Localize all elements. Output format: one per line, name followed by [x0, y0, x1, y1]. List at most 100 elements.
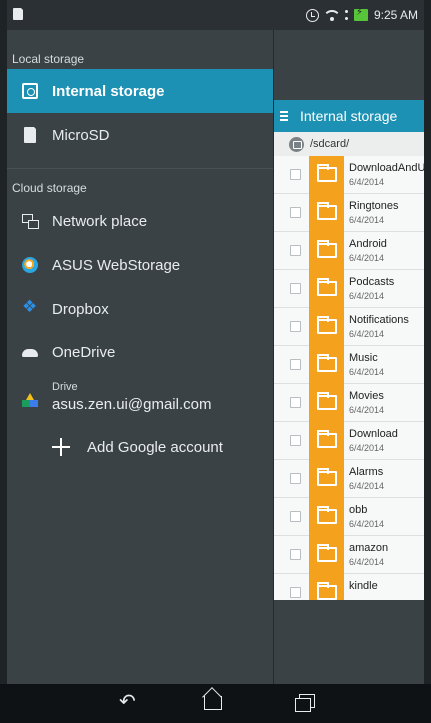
file-name: Music [349, 352, 378, 364]
file-name: Android [349, 238, 387, 250]
folder-icon [317, 392, 337, 410]
alarm-icon [305, 8, 319, 22]
navigation-drawer: Local storage Internal storage MicroSD C… [7, 30, 273, 684]
file-date: 6/4/2014 [349, 443, 385, 453]
drawer-item-label: MicroSD [52, 126, 110, 144]
folder-thumbnail [309, 536, 344, 574]
internal-storage-icon [22, 83, 38, 99]
drawer-item-network-place[interactable]: Network place [7, 199, 273, 243]
select-checkbox[interactable] [290, 511, 301, 522]
file-row[interactable]: Alarms 6/4/2014 [274, 460, 424, 498]
select-checkbox[interactable] [290, 435, 301, 446]
cloud-storage-header: Cloud storage [12, 181, 87, 195]
select-checkbox[interactable] [290, 587, 301, 598]
back-icon[interactable] [117, 689, 141, 714]
status-indicators: 9:25 AM [305, 7, 418, 23]
home-icon[interactable] [201, 692, 225, 714]
folder-icon [317, 582, 337, 600]
file-row[interactable]: kindle [274, 574, 424, 600]
drawer-item-onedrive[interactable]: OneDrive [7, 330, 273, 374]
folder-icon [317, 468, 337, 486]
folder-thumbnail [309, 384, 344, 422]
folder-thumbnail [309, 422, 344, 460]
drawer-item-label: ASUS WebStorage [52, 256, 181, 274]
file-name: amazon [349, 542, 389, 554]
drawer-item-asus-webstorage[interactable]: ASUS WebStorage [7, 243, 273, 287]
file-row[interactable]: Movies 6/4/2014 [274, 384, 424, 422]
select-checkbox[interactable] [290, 245, 301, 256]
recent-apps-icon[interactable] [293, 692, 317, 714]
drive-label: Drive [52, 381, 78, 393]
folder-thumbnail [309, 574, 344, 600]
file-date: 6/4/2014 [349, 557, 385, 567]
drawer-item-internal-storage[interactable]: Internal storage [7, 69, 273, 113]
file-date: 6/4/2014 [349, 367, 385, 377]
folder-icon [317, 354, 337, 372]
folder-icon [317, 164, 337, 182]
select-checkbox[interactable] [290, 397, 301, 408]
select-checkbox[interactable] [290, 283, 301, 294]
select-checkbox[interactable] [290, 549, 301, 560]
file-row[interactable]: DownloadAndUp 6/4/2014 [274, 156, 424, 194]
file-date: 6/4/2014 [349, 405, 385, 415]
status-bar: 9:25 AM [7, 0, 424, 30]
storage-path-icon [289, 136, 304, 152]
file-name: Ringtones [349, 200, 399, 212]
path-text: /sdcard/ [310, 138, 350, 150]
file-row[interactable]: obb 6/4/2014 [274, 498, 424, 536]
network-icon [22, 213, 39, 229]
app-frame: 9:25 AM Local storage Internal storage M… [7, 0, 424, 684]
select-checkbox[interactable] [290, 321, 301, 332]
folder-icon [317, 240, 337, 258]
drawer-item-label: Internal storage [52, 82, 165, 100]
file-name: Alarms [349, 466, 384, 478]
navigation-bar [0, 684, 431, 723]
file-name: Movies [349, 390, 384, 402]
file-date: 6/4/2014 [349, 329, 385, 339]
dropbox-icon [22, 297, 38, 317]
drawer-item-microsd[interactable]: MicroSD [7, 113, 273, 157]
file-row[interactable]: Ringtones 6/4/2014 [274, 194, 424, 232]
select-checkbox[interactable] [290, 169, 301, 180]
file-row[interactable]: Podcasts 6/4/2014 [274, 270, 424, 308]
file-row[interactable]: Music 6/4/2014 [274, 346, 424, 384]
select-checkbox[interactable] [290, 359, 301, 370]
drawer-item-google-drive[interactable]: Drive asus.zen.ui@gmail.com [7, 375, 273, 425]
onedrive-icon [22, 344, 38, 360]
battery-charging-icon [353, 7, 368, 21]
panel-header: Internal storage [274, 100, 424, 132]
folder-thumbnail [309, 270, 344, 308]
add-google-account-label: Add Google account [87, 438, 223, 456]
folder-icon [317, 506, 337, 524]
file-row[interactable]: Android 6/4/2014 [274, 232, 424, 270]
folder-icon [317, 430, 337, 448]
sd-card-icon [24, 126, 37, 143]
drawer-item-dropbox[interactable]: Dropbox [7, 287, 273, 331]
select-checkbox[interactable] [290, 473, 301, 484]
menu-icon[interactable] [280, 111, 290, 121]
drive-account-email: asus.zen.ui@gmail.com [52, 396, 212, 413]
folder-icon [317, 278, 337, 296]
file-row[interactable]: amazon 6/4/2014 [274, 536, 424, 574]
file-name: DownloadAndUp [349, 162, 424, 174]
file-date: 6/4/2014 [349, 177, 385, 187]
file-date: 6/4/2014 [349, 291, 385, 301]
path-breadcrumb[interactable]: /sdcard/ [274, 132, 424, 156]
file-date: 6/4/2014 [349, 253, 385, 263]
folder-thumbnail [309, 346, 344, 384]
file-row[interactable]: Notifications 6/4/2014 [274, 308, 424, 346]
signal-dots-icon [344, 10, 348, 20]
file-name: kindle [349, 580, 378, 592]
panel-title: Internal storage [300, 108, 398, 124]
drawer-item-label: Network place [52, 212, 148, 230]
add-google-account-button[interactable]: Add Google account [52, 432, 252, 462]
divider [7, 168, 273, 169]
drawer-item-label: Dropbox [52, 300, 109, 318]
plus-icon [52, 438, 70, 456]
folder-thumbnail [309, 232, 344, 270]
select-checkbox[interactable] [290, 207, 301, 218]
file-browser-panel: Internal storage /sdcard/ DownloadAndUp 6… [274, 100, 424, 600]
file-row[interactable]: Download 6/4/2014 [274, 422, 424, 460]
file-date: 6/4/2014 [349, 215, 385, 225]
folder-icon [317, 316, 337, 334]
